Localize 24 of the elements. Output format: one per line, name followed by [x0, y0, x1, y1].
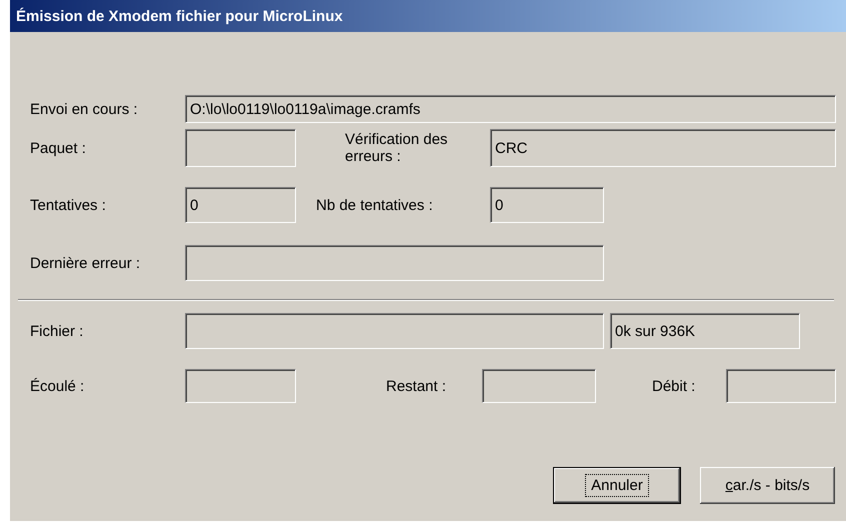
field-label: Écoulé : [30, 378, 86, 394]
text-field[interactable] [185, 369, 296, 403]
text-field[interactable] [482, 369, 596, 403]
field-label: Paquet : [30, 140, 87, 156]
text-field[interactable] [726, 369, 836, 403]
field-label: Vérification des erreurs : [345, 131, 449, 165]
field-label: Restant : [386, 378, 448, 394]
text-field[interactable] [185, 313, 604, 349]
field-label: Débit : [652, 378, 696, 394]
field-label: Nb de tentatives : [316, 196, 434, 214]
window-title: Émission de Xmodem fichier pour MicroLinux [15, 8, 343, 24]
action-button[interactable]: car./s - bits/s [700, 467, 835, 504]
field-label: Dernière erreur : [30, 254, 142, 272]
field-label: Envoi en cours : [30, 100, 139, 118]
field-label: Fichier : [30, 322, 84, 340]
text-field[interactable]: O:\lo\lo0119\lo0119a\image.cramfs [185, 95, 836, 123]
text-field[interactable]: 0k sur 936K [610, 313, 800, 349]
text-field[interactable] [185, 245, 604, 281]
text-field[interactable]: 0 [185, 187, 296, 223]
action-button[interactable]: Annuler [553, 467, 681, 504]
text-field[interactable] [185, 129, 296, 167]
text-field[interactable]: CRC [490, 129, 836, 167]
field-label: Tentatives : [30, 196, 107, 214]
text-field[interactable]: 0 [490, 187, 604, 223]
